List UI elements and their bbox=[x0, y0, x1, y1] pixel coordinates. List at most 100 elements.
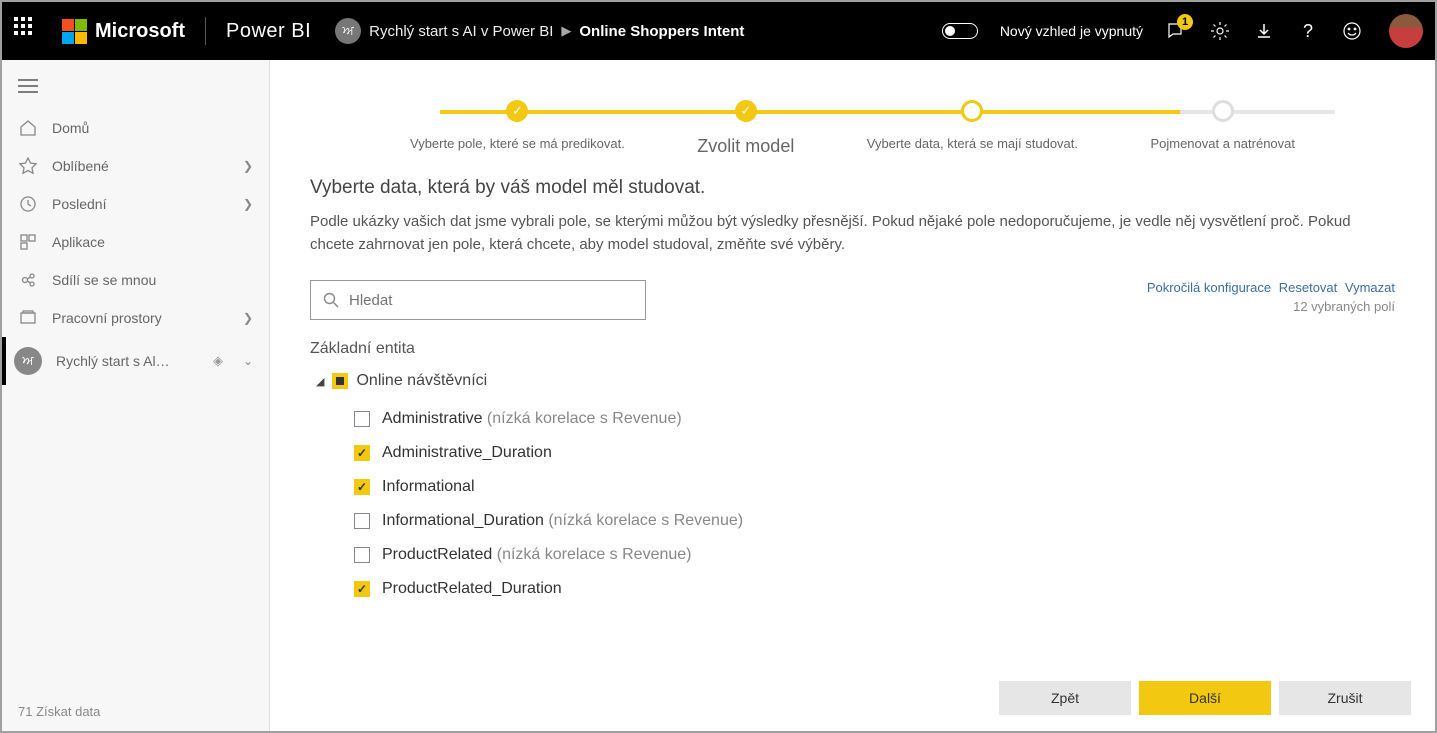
field-label: Informational_Duration (nízká korelace s… bbox=[382, 512, 743, 530]
step-label: Pojmenovat a natrénovat bbox=[1150, 136, 1295, 151]
step-dot-icon: ✓ bbox=[735, 100, 757, 122]
settings-icon[interactable] bbox=[1209, 20, 1231, 42]
workspace-pill-icon: ਅ bbox=[14, 347, 42, 375]
sidebar-item-apps[interactable]: Aplikace bbox=[2, 223, 269, 261]
sidebar-item-label: Aplikace bbox=[52, 234, 105, 250]
separator bbox=[205, 17, 206, 45]
sidebar-item-label: Domů bbox=[52, 120, 89, 136]
tree-collapse-icon[interactable]: ◢ bbox=[316, 375, 324, 388]
search-links: Pokročilá konfigurace Resetovat Vymazat … bbox=[1143, 280, 1395, 314]
notifications-icon[interactable]: 1 bbox=[1165, 20, 1187, 42]
step-0: ✓ Vyberte pole, které se má predikovat. bbox=[410, 100, 625, 157]
sidebar-item-label: Sdílí se se mnou bbox=[52, 272, 156, 288]
entity-heading: Základní entita bbox=[310, 340, 1379, 358]
entity-root-label: Online návštěvníci bbox=[356, 372, 487, 390]
field-checkbox[interactable] bbox=[354, 411, 370, 427]
page-title: Vyberte data, která by váš model měl stu… bbox=[310, 177, 1395, 199]
step-label: Zvolit model bbox=[697, 136, 794, 157]
workspace-icon bbox=[18, 309, 38, 327]
sidebar-item-label: Pracovní prostory bbox=[52, 310, 162, 326]
sidebar-item-clock[interactable]: Poslední ❯ bbox=[2, 185, 269, 223]
sidebar-item-home[interactable]: Domů bbox=[2, 109, 269, 147]
field-checkbox[interactable] bbox=[354, 513, 370, 529]
new-look-label: Nový vzhled je vypnutý bbox=[1000, 23, 1143, 39]
home-icon bbox=[18, 119, 38, 137]
premium-diamond-icon: ◈ bbox=[213, 353, 223, 369]
main: ✓ Vyberte pole, které se má predikovat.✓… bbox=[270, 60, 1435, 731]
feedback-icon[interactable] bbox=[1341, 20, 1363, 42]
sidebar-footer[interactable]: 71 Získat data bbox=[2, 692, 269, 731]
content: Vyberte data, která by váš model měl stu… bbox=[270, 157, 1435, 664]
top-right-controls: Nový vzhled je vypnutý 1 ? bbox=[942, 14, 1423, 48]
sidebar-item-share[interactable]: Sdílí se se mnou bbox=[2, 261, 269, 299]
step-1: ✓ Zvolit model bbox=[697, 100, 794, 157]
selected-count: 12 vybraných polí bbox=[1143, 299, 1395, 314]
reset-link[interactable]: Resetovat bbox=[1279, 280, 1338, 295]
search-box[interactable] bbox=[310, 280, 646, 320]
workspace-avatar-icon[interactable]: ਅ bbox=[335, 18, 361, 44]
brand-label: Microsoft bbox=[95, 20, 185, 43]
advanced-config-link[interactable]: Pokročilá konfigurace bbox=[1147, 280, 1271, 295]
step-dot-icon: ✓ bbox=[506, 100, 528, 122]
field-item[interactable]: ProductRelated (nízká korelace s Revenue… bbox=[310, 538, 1379, 572]
star-icon bbox=[18, 157, 38, 175]
help-icon[interactable]: ? bbox=[1297, 20, 1319, 42]
step-dot-icon bbox=[961, 100, 983, 122]
step-label: Vyberte data, která se mají studovat. bbox=[867, 136, 1078, 151]
breadcrumb-workspace[interactable]: Rychlý start s AI v Power BI bbox=[369, 23, 553, 40]
download-icon[interactable] bbox=[1253, 20, 1275, 42]
field-checkbox[interactable] bbox=[354, 581, 370, 597]
field-checkbox[interactable] bbox=[354, 479, 370, 495]
field-item[interactable]: ProductRelated_Duration bbox=[310, 572, 1379, 606]
field-label: Administrative_Duration bbox=[382, 444, 552, 462]
field-label: ProductRelated_Duration bbox=[382, 580, 562, 598]
sidebar-item-star[interactable]: Oblíbené ❯ bbox=[2, 147, 269, 185]
sidebar-item-label: Poslední bbox=[52, 196, 106, 212]
step-2: Vyberte data, která se mají studovat. bbox=[867, 100, 1078, 157]
field-item[interactable]: Informational bbox=[310, 470, 1379, 504]
field-item[interactable]: Informational_Duration (nízká korelace s… bbox=[310, 504, 1379, 538]
chevron-right-icon: ❯ bbox=[243, 159, 253, 173]
sidebar-active-label: Rychlý start s Al… bbox=[56, 353, 170, 369]
next-button[interactable]: Další bbox=[1139, 681, 1271, 715]
root-checkbox[interactable] bbox=[332, 373, 348, 389]
sidebar-item-label: Oblíbené bbox=[52, 158, 109, 174]
stepper: ✓ Vyberte pole, které se má predikovat.✓… bbox=[270, 60, 1435, 157]
field-item[interactable]: Administrative_Duration bbox=[310, 436, 1379, 470]
chevron-down-icon[interactable]: ⌄ bbox=[243, 354, 253, 368]
field-item[interactable]: Administrative (nízká korelace s Revenue… bbox=[310, 402, 1379, 436]
share-icon bbox=[18, 271, 38, 289]
top-bar: Microsoft Power BI ਅ Rychlý start s AI v… bbox=[2, 2, 1435, 60]
search-input[interactable] bbox=[349, 292, 633, 309]
field-label: ProductRelated (nízká korelace s Revenue… bbox=[382, 546, 692, 564]
app-launcher-icon[interactable] bbox=[14, 17, 42, 45]
step-3: Pojmenovat a natrénovat bbox=[1150, 100, 1295, 157]
sidebar-item-active-workspace[interactable]: ਅ Rychlý start s Al… ◈ ⌄ bbox=[2, 337, 269, 385]
new-look-toggle[interactable] bbox=[942, 23, 978, 39]
clock-icon bbox=[18, 195, 38, 213]
clear-link[interactable]: Vymazat bbox=[1345, 280, 1395, 295]
entity-root[interactable]: ◢ Online návštěvníci bbox=[316, 372, 1379, 390]
hamburger-icon[interactable] bbox=[2, 68, 269, 109]
page-description: Podle ukázky vašich dat jsme vybrali pol… bbox=[310, 211, 1395, 256]
sidebar: Domů Oblíbené ❯ Poslední ❯ Aplikace Sdíl… bbox=[2, 60, 270, 731]
breadcrumb: ਅ Rychlý start s AI v Power BI ▶ Online … bbox=[335, 18, 744, 44]
entity-section: Základní entita ◢ Online návštěvníci Adm… bbox=[310, 340, 1395, 664]
chevron-right-icon: ❯ bbox=[243, 197, 253, 211]
field-label: Informational bbox=[382, 478, 475, 496]
back-button[interactable]: Zpět bbox=[999, 681, 1131, 715]
product-label: Power BI bbox=[226, 20, 311, 43]
wizard-footer: Zpět Další Zrušit bbox=[270, 664, 1435, 731]
search-icon bbox=[323, 292, 339, 308]
field-checkbox[interactable] bbox=[354, 445, 370, 461]
cancel-button[interactable]: Zrušit bbox=[1279, 681, 1411, 715]
apps-icon bbox=[18, 233, 38, 251]
sidebar-item-workspace[interactable]: Pracovní prostory ❯ bbox=[2, 299, 269, 337]
microsoft-logo-icon bbox=[62, 19, 87, 44]
user-avatar[interactable] bbox=[1389, 14, 1423, 48]
field-checkbox[interactable] bbox=[354, 547, 370, 563]
notification-badge: 1 bbox=[1177, 14, 1193, 30]
step-label: Vyberte pole, které se má predikovat. bbox=[410, 136, 625, 151]
step-dot-icon bbox=[1212, 100, 1234, 122]
field-label: Administrative (nízká korelace s Revenue… bbox=[382, 410, 682, 428]
